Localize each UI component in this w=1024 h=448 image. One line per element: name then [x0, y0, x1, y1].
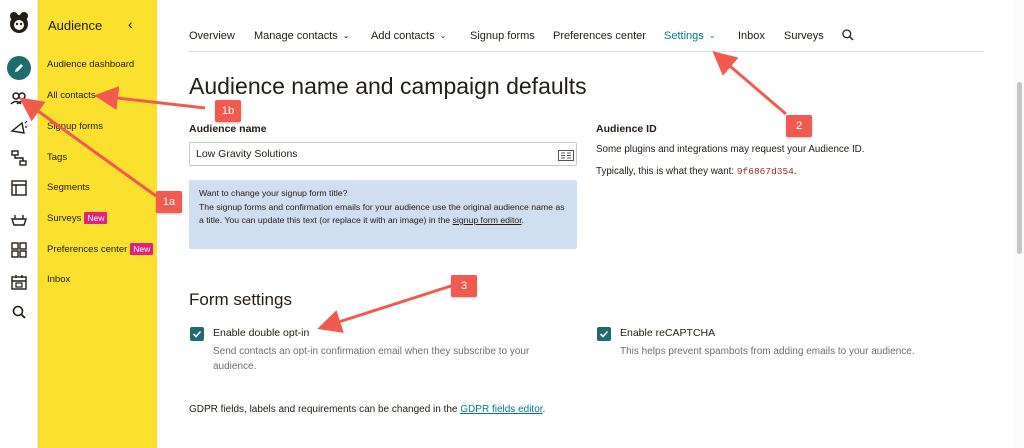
create-pencil-icon[interactable] [7, 56, 31, 80]
audience-id-prefix: Typically, this is what they want: [596, 166, 735, 177]
recaptcha-checkbox[interactable] [597, 327, 611, 341]
audience-id-suffix: . [793, 166, 797, 177]
content-grid-icon[interactable] [9, 240, 29, 260]
sidebar-item-label: Preferences center [47, 244, 128, 255]
sidebar-item-inbox[interactable]: Inbox [47, 274, 70, 285]
gdpr-note: GDPR fields, labels and requirements can… [189, 404, 545, 415]
tab-label: Surveys [784, 30, 824, 42]
tab-overview[interactable]: Overview [189, 30, 235, 42]
gdpr-text: GDPR fields, labels and requirements can… [189, 404, 458, 415]
page-scrollbar[interactable] [1015, 0, 1024, 448]
scrollbar-thumb[interactable] [1017, 82, 1022, 254]
double-optin-checkbox[interactable] [190, 327, 204, 341]
search-icon[interactable] [9, 302, 29, 322]
audience-id-value: 9f6867d354 [736, 166, 794, 177]
tab-manage-contacts[interactable]: Manage contacts ⌄ [254, 30, 349, 42]
sidebar-item-segments[interactable]: Segments [47, 182, 90, 193]
double-optin-help: Send contacts an opt-in confirmation ema… [213, 346, 530, 372]
new-badge: New [84, 212, 108, 224]
callout-1b: 1b [215, 100, 241, 122]
callout-1a: 1a [156, 191, 182, 213]
website-icon[interactable] [9, 178, 29, 198]
info-suffix: . [521, 215, 525, 225]
audience-icon[interactable] [9, 88, 29, 108]
search-icon[interactable] [841, 28, 855, 45]
contact-card-icon [558, 148, 574, 161]
collapse-sidebar-icon[interactable]: ‹ [128, 16, 133, 32]
sidebar-item-tags[interactable]: Tags [47, 152, 67, 163]
sidebar-title: Audience [48, 18, 103, 33]
arrow-2 [712, 51, 787, 116]
callout-2: 2 [786, 115, 812, 137]
campaigns-megaphone-icon[interactable] [9, 118, 29, 138]
tab-add-contacts[interactable]: Add contacts ⌄ [371, 30, 446, 42]
tab-preferences-center[interactable]: Preferences center [553, 30, 646, 42]
calendar-icon[interactable] [9, 272, 29, 292]
automations-icon[interactable] [9, 148, 29, 168]
sidebar-item-all-contacts[interactable]: All contacts [47, 90, 96, 101]
tab-label: Preferences center [553, 30, 646, 42]
double-optin-label[interactable]: Enable double opt-in [213, 327, 309, 339]
mailchimp-logo-icon[interactable] [6, 10, 32, 36]
recaptcha-label[interactable]: Enable reCAPTCHA [620, 327, 715, 339]
chevron-down-icon: ⌄ [342, 31, 350, 40]
tab-label: Manage contacts [254, 30, 338, 42]
audience-id-label: Audience ID [596, 123, 657, 135]
sidebar-item-label: Surveys [47, 213, 82, 224]
chevron-down-icon: ⌄ [708, 31, 716, 40]
audience-name-input[interactable] [189, 142, 577, 166]
tab-settings[interactable]: Settings ⌄ [664, 30, 715, 42]
gdpr-suffix: . [542, 404, 546, 415]
sidebar-item-signup-forms[interactable]: Signup forms [47, 121, 103, 132]
audience-id-line: Typically, this is what they want: 9f686… [596, 166, 797, 177]
tab-label: Inbox [738, 30, 765, 42]
audience-sidebar: Audience ‹ Audience dashboard All contac… [38, 0, 157, 448]
info-heading: Want to change your signup form title? [199, 188, 348, 198]
top-nav: Overview Manage contacts ⌄ Add contacts ⌄ … [189, 28, 984, 52]
form-settings-title: Form settings [189, 290, 292, 309]
sidebar-item-surveys[interactable]: Surveys New [47, 212, 108, 224]
signup-title-info-box: Want to change your signup form title? T… [189, 180, 577, 249]
tab-signup-forms[interactable]: Signup forms [470, 30, 535, 42]
arrow-3 [317, 283, 455, 333]
tab-label: Settings [664, 30, 704, 42]
audience-id-description: Some plugins and integrations may reques… [596, 144, 865, 155]
page-title: Audience name and campaign defaults [189, 73, 587, 99]
integrations-icon[interactable] [9, 210, 29, 230]
signup-form-editor-link[interactable]: signup form editor [453, 215, 522, 225]
chevron-down-icon: ⌄ [439, 31, 447, 40]
callout-3: 3 [451, 275, 477, 297]
audience-name-label: Audience name [189, 123, 267, 135]
new-badge: New [130, 243, 154, 255]
tab-surveys[interactable]: Surveys [784, 30, 824, 42]
tab-label: Add contacts [371, 30, 435, 42]
tab-label: Signup forms [470, 30, 535, 42]
sidebar-item-preferences-center[interactable]: Preferences center New [47, 243, 154, 255]
sidebar-item-audience-dashboard[interactable]: Audience dashboard [47, 59, 134, 70]
recaptcha-help: This helps prevent spambots from adding … [620, 346, 915, 357]
tab-label: Overview [189, 30, 235, 42]
icon-rail [0, 0, 38, 448]
gdpr-fields-editor-link[interactable]: GDPR fields editor [460, 404, 542, 415]
tab-inbox[interactable]: Inbox [738, 30, 765, 42]
